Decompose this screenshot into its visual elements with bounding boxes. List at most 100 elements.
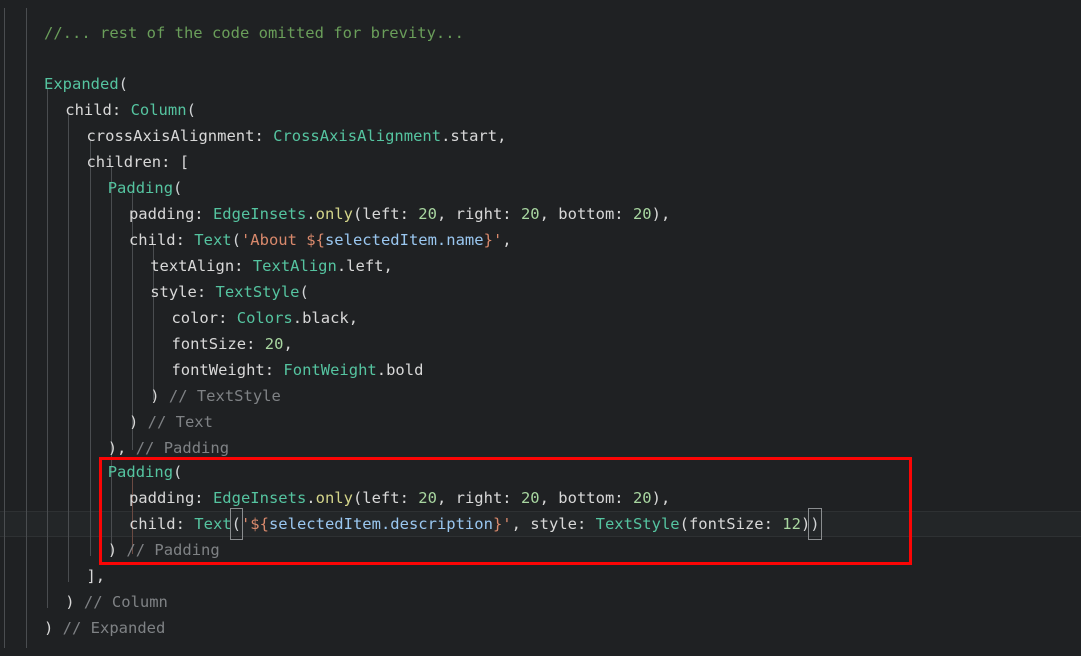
code-token-num: 12 [782, 515, 801, 533]
code-token-type: TextStyle [595, 515, 680, 533]
code-token-num: 20 [520, 489, 540, 507]
code-line[interactable]: crossAxisAlignment: CrossAxisAlignment.s… [86, 123, 506, 149]
code-token-plain: . [306, 489, 316, 507]
code-token-type: Padding [107, 463, 174, 481]
code-line[interactable]: Padding( [108, 175, 183, 201]
code-token-prop: only [315, 205, 353, 223]
code-line[interactable]: child: Text('${selectedItem.description}… [128, 508, 823, 540]
code-token-string: 'About [240, 231, 307, 249]
code-token-plain: padding: [128, 205, 213, 223]
code-token-comment: //... rest of the code omitted for brevi… [44, 24, 464, 42]
code-line[interactable]: ) // Padding [108, 537, 220, 563]
code-token-plain: ), [651, 489, 671, 507]
code-line[interactable]: ) // TextStyle [150, 383, 281, 409]
code-token-punc: ( [118, 75, 128, 93]
code-token-type: TextAlign [252, 257, 337, 275]
bracket-match-highlight: ) [808, 508, 823, 540]
code-token-plain: padding: [128, 489, 213, 507]
code-token-plain: (left: [352, 205, 419, 223]
code-token-string: ' [502, 515, 512, 533]
code-token-plain: .black, [292, 309, 359, 327]
code-token-plain: .start, [441, 127, 507, 145]
code-token-string: ' [240, 515, 251, 533]
code-token-prop: only [315, 489, 353, 507]
code-token-punc: ( [231, 231, 241, 249]
code-token-punc: ( [173, 179, 183, 197]
code-token-punc: ( [173, 463, 183, 481]
code-line[interactable]: //... rest of the code omitted for brevi… [44, 20, 464, 46]
code-token-plain: child: [128, 231, 195, 249]
code-token-plain: ) [128, 413, 148, 431]
code-token-plain: children: [ [86, 153, 190, 171]
code-token-plain: child: [128, 515, 195, 533]
code-line[interactable]: Padding( [108, 459, 183, 485]
code-token-plain: . [306, 205, 316, 223]
code-token-num: 20 [632, 205, 652, 223]
code-token-plain: , [283, 335, 293, 353]
code-line[interactable]: textAlign: TextAlign.left, [150, 253, 393, 279]
code-token-type: Padding [107, 179, 174, 197]
code-token-interp: } [483, 231, 493, 249]
code-token-type: Text [194, 231, 232, 249]
code-token-type: EdgeInsets [212, 205, 307, 223]
code-line[interactable]: color: Colors.black, [171, 305, 358, 331]
code-token-plain: ) [107, 541, 127, 559]
code-token-num: 20 [632, 489, 652, 507]
code-line[interactable]: ) // Column [65, 589, 168, 615]
code-line[interactable]: ) // Text [129, 409, 213, 435]
code-token-string: ' [492, 231, 503, 249]
code-token-plain: fontWeight: [171, 361, 284, 379]
code-token-hint: // Text [147, 413, 213, 431]
code-token-plain: color: [171, 309, 237, 327]
code-token-num: 20 [418, 205, 437, 223]
code-token-plain: , right: [436, 205, 521, 223]
code-token-plain: child: [65, 101, 131, 119]
code-token-plain: (fontSize: [679, 515, 783, 533]
code-line[interactable]: Expanded( [44, 71, 128, 97]
code-line[interactable]: fontWeight: FontWeight.bold [171, 357, 423, 383]
code-token-hint: // Expanded [62, 619, 166, 637]
code-line[interactable]: fontSize: 20, [171, 331, 292, 357]
code-token-punc: ( [299, 283, 309, 301]
code-token-plain: style: [150, 283, 216, 301]
code-token-hint: // Padding [135, 439, 230, 457]
code-token-plain: .bold [376, 361, 424, 379]
code-line[interactable]: child: Column( [65, 97, 196, 123]
code-token-plain: fontSize: [171, 335, 265, 353]
code-line[interactable]: child: Text('About ${selectedItem.name}'… [129, 227, 512, 253]
code-token-num: 20 [520, 205, 540, 223]
code-token-punc: ( [186, 101, 196, 119]
code-token-plain: ), [107, 439, 136, 457]
code-line[interactable]: ], [86, 563, 105, 589]
code-token-plain: ) [44, 619, 63, 637]
code-token-type: TextStyle [215, 283, 300, 301]
code-token-num: 20 [264, 335, 284, 353]
code-token-num: 20 [418, 489, 437, 507]
code-token-plain: , bottom: [539, 205, 633, 223]
code-token-hint: // Padding [126, 541, 220, 559]
code-line[interactable]: style: TextStyle( [150, 279, 309, 305]
code-token-interp: ${ [306, 231, 325, 249]
code-token-plain: , style: [511, 515, 596, 533]
code-token-ident: selectedItem.description [268, 515, 493, 533]
code-token-ident: selectedItem.name [324, 231, 484, 249]
code-line[interactable]: padding: EdgeInsets.only(left: 20, right… [129, 485, 670, 511]
code-token-plain: ) [150, 387, 169, 405]
code-token-interp: } [492, 515, 503, 533]
code-token-plain: .left, [336, 257, 393, 275]
code-token-type: CrossAxisAlignment [273, 127, 442, 145]
code-token-type: FontWeight [283, 361, 377, 379]
code-token-hint: // TextStyle [168, 387, 281, 405]
code-line[interactable]: ), // Padding [108, 435, 229, 461]
code-line[interactable]: ) // Expanded [44, 615, 165, 641]
code-token-plain: , right: [436, 489, 521, 507]
code-editor-viewport[interactable]: //... rest of the code omitted for brevi… [0, 0, 1081, 656]
code-token-plain: ) [65, 593, 84, 611]
code-token-type: Colors [236, 309, 293, 327]
code-text-layer[interactable]: //... rest of the code omitted for brevi… [0, 0, 1081, 656]
code-line[interactable]: padding: EdgeInsets.only(left: 20, right… [129, 201, 670, 227]
code-token-plain: ), [651, 205, 671, 223]
code-token-interp: ${ [250, 515, 269, 533]
code-line[interactable]: children: [ [86, 149, 189, 175]
code-token-type: Text [194, 515, 232, 533]
